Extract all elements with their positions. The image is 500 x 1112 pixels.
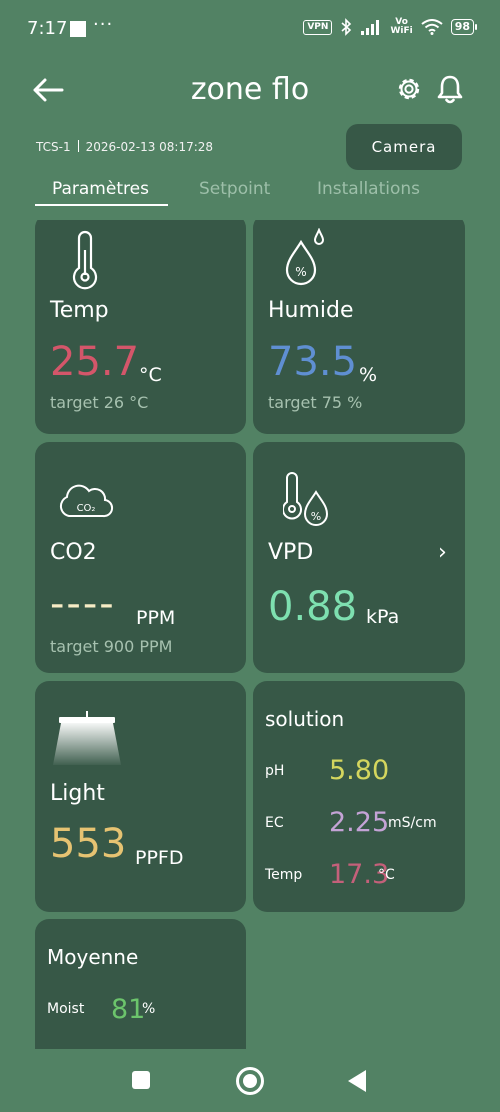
humidity-target: target 75 % <box>268 393 363 412</box>
tab-parametres[interactable]: Paramètres <box>52 179 149 199</box>
co2-card[interactable]: CO₂ CO2 ---- PPM target 900 PPM <box>35 442 246 673</box>
co2-value: ---- <box>50 581 116 627</box>
home-circle-icon[interactable] <box>236 1067 264 1095</box>
vowifi-line2: WiFi <box>390 26 413 36</box>
thermometer-icon <box>72 230 98 290</box>
solution-temp-label: Temp <box>265 867 303 883</box>
solution-ec-label: EC <box>265 815 284 831</box>
tab-installations[interactable]: Installations <box>317 179 420 199</box>
battery-indicator: 98 <box>450 19 478 35</box>
device-timestamp: 2026-02-13 08:17:28 <box>85 140 214 154</box>
vpd-label: VPD <box>268 540 314 565</box>
grow-light-icon <box>53 711 121 765</box>
moyenne-moist-unit: % <box>142 1001 156 1017</box>
humidity-card[interactable]: % Humide 73.5 % target 75 % <box>253 220 465 434</box>
co2-cloud-icon: CO₂ <box>59 484 114 518</box>
moyenne-card[interactable]: Moyenne Moist 81 % <box>35 919 246 1049</box>
back-triangle-icon[interactable] <box>348 1070 366 1092</box>
bell-icon[interactable] <box>434 73 466 105</box>
temp-card[interactable]: Temp 25.7 °C target 26 °C <box>35 220 246 434</box>
system-nav-bar <box>0 1049 500 1112</box>
more-notifications-icon: ··· <box>93 14 114 35</box>
vpd-chevron-icon[interactable]: › <box>438 540 447 565</box>
status-bar: 7:17 ··· VPN Vo WiFi 98 <box>0 0 500 60</box>
co2-target: target 900 PPM <box>50 637 173 656</box>
moyenne-moist-label: Moist <box>47 1001 85 1017</box>
solution-card[interactable]: solution pH 5.80 EC 2.25 mS/cm Temp 17.3… <box>253 681 465 912</box>
solution-ec-value: 2.25 <box>329 807 390 838</box>
vpd-icon: % <box>283 472 329 526</box>
solution-ph-value: 5.80 <box>329 755 390 786</box>
info-divider <box>77 140 79 152</box>
solution-title: solution <box>265 707 345 731</box>
humidity-value: 73.5 <box>268 339 358 385</box>
status-icons: VPN Vo WiFi 98 <box>303 18 478 36</box>
light-value: 553 <box>50 821 127 867</box>
solution-ph-label: pH <box>265 763 285 779</box>
temp-value: 25.7 <box>50 339 140 385</box>
co2-label: CO2 <box>50 540 97 565</box>
tab-bar: Paramètres Setpoint Installations <box>0 176 500 212</box>
humidity-label: Humide <box>268 298 354 323</box>
camera-button[interactable]: Camera <box>346 124 462 170</box>
vpn-badge: VPN <box>303 19 333 35</box>
recents-square-icon[interactable] <box>132 1071 150 1089</box>
page-title: zone flo <box>190 72 310 107</box>
moyenne-title: Moyenne <box>47 945 139 969</box>
tab-setpoint[interactable]: Setpoint <box>199 179 270 199</box>
wifi-icon <box>421 19 443 35</box>
signal-icon <box>361 20 380 35</box>
humidity-drop-icon: % <box>285 228 325 286</box>
device-id: TCS-1 <box>36 140 71 154</box>
temp-target: target 26 °C <box>50 393 149 412</box>
co2-icon-text: CO₂ <box>77 503 96 514</box>
vpd-unit: kPa <box>366 606 400 628</box>
app-header: zone flo <box>0 60 500 120</box>
vpd-value: 0.88 <box>268 584 358 630</box>
active-tab-indicator <box>35 204 168 206</box>
svg-text:%: % <box>311 510 321 523</box>
light-card[interactable]: Light 553 PPFD <box>35 681 246 912</box>
temp-label: Temp <box>50 298 109 323</box>
moyenne-moist-value: 81 <box>111 994 146 1025</box>
gear-icon[interactable] <box>394 74 424 104</box>
solution-ec-unit: mS/cm <box>388 815 437 831</box>
vowifi-label: Vo WiFi <box>390 18 412 36</box>
svg-text:%: % <box>295 265 306 279</box>
vpd-card[interactable]: % VPD › 0.88 kPa <box>253 442 465 673</box>
humidity-unit: % <box>359 364 378 386</box>
light-unit: PPFD <box>135 847 184 869</box>
co2-unit: PPM <box>136 607 176 629</box>
light-label: Light <box>50 781 105 806</box>
status-time: 7:17 <box>27 18 68 39</box>
device-info: TCS-1 2026-02-13 08:17:28 <box>36 140 213 154</box>
solution-temp-unit: °C <box>378 867 395 883</box>
temp-unit: °C <box>139 364 162 386</box>
notification-square-icon <box>70 21 86 37</box>
bluetooth-icon <box>341 18 352 36</box>
parameters-grid[interactable]: Temp 25.7 °C target 26 °C % Humide 73.5 … <box>0 220 500 1049</box>
